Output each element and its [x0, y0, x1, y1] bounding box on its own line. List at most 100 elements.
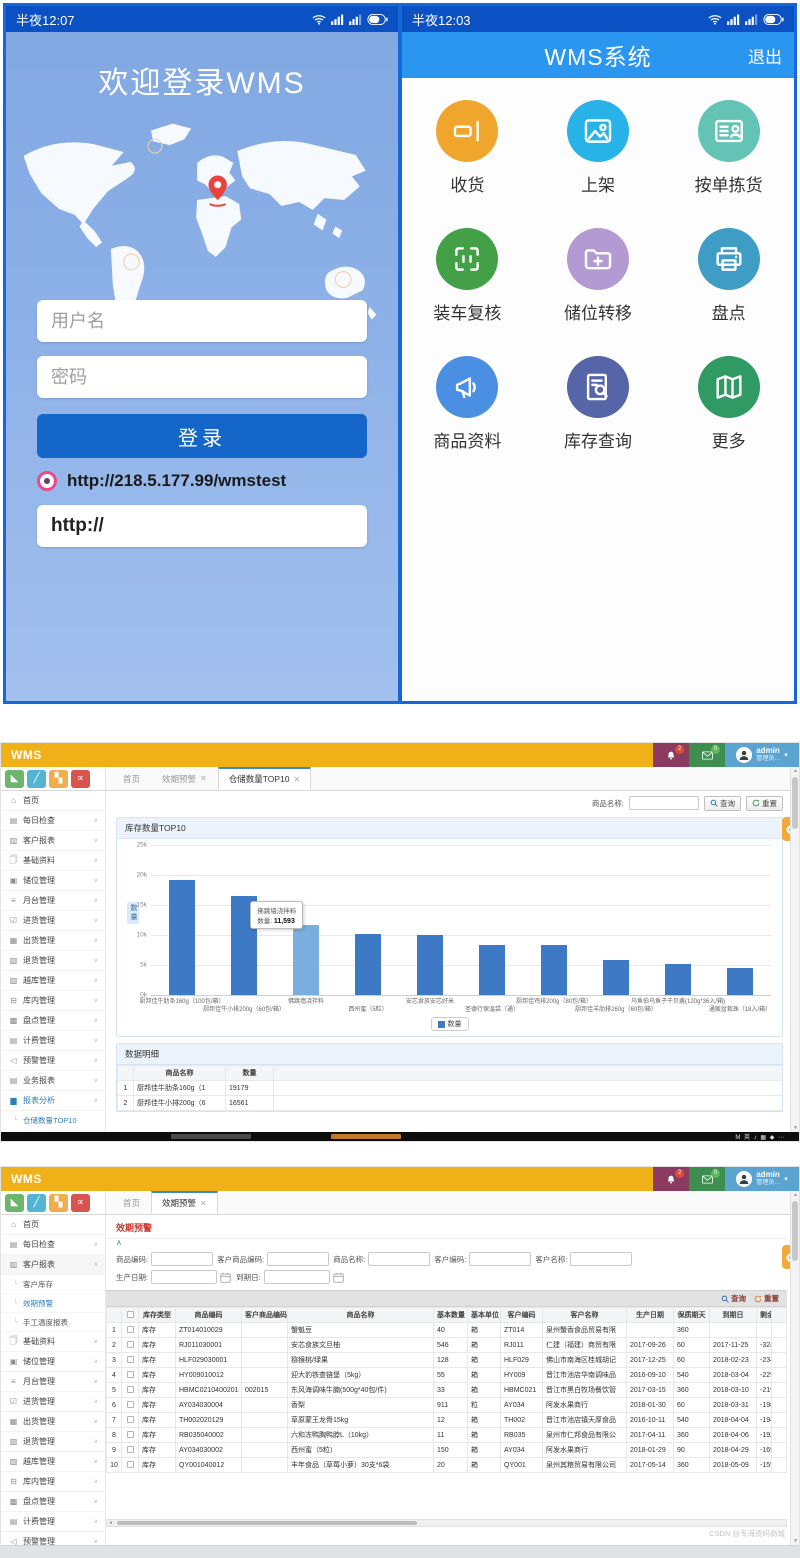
sidebar-item-customer-reports[interactable]: ▥客户报表∨	[1, 831, 105, 851]
scroll-up-arrow[interactable]: ▲	[791, 768, 800, 774]
customer-code-input[interactable]	[469, 1252, 531, 1266]
menu-item-商品资料[interactable]: 商品资料	[402, 356, 533, 452]
product-name-input[interactable]	[629, 796, 699, 810]
menu-item-储位转移[interactable]: 储位转移	[533, 228, 664, 324]
reset-button[interactable]: 重置	[746, 796, 783, 811]
edit-tool-button[interactable]: ╱	[27, 770, 46, 788]
table-row[interactable]: 1库存ZT014010029蟹魁豆40箱ZT014泉州蟹香食品贸易有限360	[107, 1323, 787, 1338]
sidebar-item-home[interactable]: ⌂首页	[1, 791, 105, 811]
sidebar-subitem-storage-top10[interactable]: 仓储数量TOP10	[1, 1111, 105, 1130]
sidebar-item-report-analysis[interactable]: ▆报表分析∨	[1, 1091, 105, 1111]
tab-close-icon[interactable]: ✕	[200, 1199, 207, 1208]
sidebar-item-dock-mgmt[interactable]: ≡月台管理∨	[1, 1372, 105, 1392]
row-checkbox[interactable]	[127, 1401, 134, 1408]
table-row[interactable]: 6库存AY034030004香梨911粒AY034阿发水果商行2018-01-3…	[107, 1398, 787, 1413]
row-checkbox[interactable]	[127, 1386, 134, 1393]
sidebar-item-warehouse-mgmt[interactable]: ⊟库内管理∨	[1, 1472, 105, 1492]
sidebar-item-location-mgmt[interactable]: ▣储位管理∨	[1, 871, 105, 891]
sidebar-item-dock-mgmt[interactable]: ≡月台管理∨	[1, 891, 105, 911]
table-row[interactable]: 8库存RB035040002六和冻鸭胸鸭脖L（10kg）11箱RB035泉州市仁…	[107, 1428, 787, 1443]
messages-button[interactable]: 0	[689, 743, 725, 767]
sidebar-item-basic-data[interactable]: 🗍基础资料∨	[1, 851, 105, 871]
row-checkbox[interactable]	[127, 1371, 134, 1378]
notifications-button[interactable]: 2	[653, 1167, 689, 1191]
sidebar-item-outbound-mgmt[interactable]: ▦出货管理∨	[1, 931, 105, 951]
tab-expiry-warning[interactable]: 效期预警✕	[151, 1191, 218, 1214]
sidebar-subitem-manual-temp-report[interactable]: 手工温度报表	[1, 1313, 105, 1332]
row-checkbox[interactable]	[127, 1341, 134, 1348]
tab-storage-top10[interactable]: 仓储数量TOP10✕	[218, 767, 311, 790]
sidebar-item-cross-dock-mgmt[interactable]: ▨越库管理∨	[1, 971, 105, 991]
vertical-scrollbar[interactable]: ▲ ▼	[790, 1191, 799, 1545]
password-input[interactable]	[37, 356, 367, 398]
reset-button[interactable]: 重置	[754, 1293, 779, 1304]
bar-3[interactable]	[293, 925, 319, 995]
horizontal-scrollbar[interactable]: ◄	[106, 1519, 787, 1527]
sidebar-item-billing-mgmt[interactable]: ▤计费管理∨	[1, 1031, 105, 1051]
logout-button[interactable]: 退出	[748, 43, 782, 68]
user-menu[interactable]: admin 管理员… ▾	[725, 1167, 799, 1191]
sidebar-item-alert-mgmt[interactable]: ◁预警管理∨	[1, 1051, 105, 1071]
edit-tool-button[interactable]: ╱	[27, 1194, 46, 1212]
bar-6[interactable]	[479, 945, 505, 995]
sidebar-item-stocktake-mgmt[interactable]: ▩盘点管理∨	[1, 1492, 105, 1512]
apps-tool-button[interactable]: ▚	[49, 770, 68, 788]
table-row[interactable]: 7库存TH002020129草原蒙王龙骨15kg12箱TH002晋江市池店镇天厚…	[107, 1413, 787, 1428]
tab-close-icon[interactable]: ✕	[294, 775, 301, 784]
sidebar-item-stocktake-mgmt[interactable]: ▩盘点管理∨	[1, 1011, 105, 1031]
sidebar-item-business-reports[interactable]: ▤业务报表∨	[1, 1071, 105, 1091]
sidebar-item-outbound-mgmt[interactable]: ▦出货管理∨	[1, 1412, 105, 1432]
sidebar-item-inbound-mgmt[interactable]: ☑进货管理∨	[1, 1392, 105, 1412]
table-row[interactable]: 9库存AY034030002西州蜜（5粒）150箱AY034阿发水果商行2018…	[107, 1443, 787, 1458]
menu-item-盘点[interactable]: 盘点	[663, 228, 794, 324]
table-row[interactable]: 5库存HBMC0210400201002015东风海调味牛腩(500g*40包/…	[107, 1383, 787, 1398]
taskbar-item-active[interactable]	[331, 1134, 401, 1139]
tab-home[interactable]: 首页	[112, 767, 151, 790]
customer-name-input[interactable]	[570, 1252, 632, 1266]
sidebar-subitem-expiry-warning[interactable]: 效期预警	[1, 1294, 105, 1313]
sidebar-item-inbound-mgmt[interactable]: ☑进货管理∨	[1, 911, 105, 931]
bar-8[interactable]	[603, 960, 629, 995]
vertical-scrollbar[interactable]: ▲ ▼	[790, 767, 799, 1132]
login-button[interactable]: 登录	[37, 414, 367, 458]
tab-expiry-warning[interactable]: 效期预警✕	[151, 767, 218, 790]
share-tool-button[interactable]: ∝	[71, 1194, 90, 1212]
sidebar-subitem-customer-stock[interactable]: 客户库存	[1, 1275, 105, 1294]
bar-9[interactable]	[665, 964, 691, 995]
sidebar-item-customer-reports[interactable]: ▥客户报表∧	[1, 1255, 105, 1275]
row-checkbox[interactable]	[127, 1461, 134, 1468]
menu-item-库存查询[interactable]: 库存查询	[533, 356, 664, 452]
scroll-up-arrow[interactable]: ▲	[791, 1192, 800, 1198]
bar-7[interactable]	[541, 945, 567, 995]
username-input[interactable]	[37, 300, 367, 342]
calendar-icon[interactable]	[220, 1271, 232, 1283]
sidebar-item-daily-check[interactable]: ▤每日检查∨	[1, 1235, 105, 1255]
table-row[interactable]: 1厨邦佳牛肋条160g（119179	[118, 1081, 783, 1096]
expiry-date-input[interactable]	[264, 1270, 330, 1284]
tab-home[interactable]: 首页	[112, 1191, 151, 1214]
legend-entry[interactable]: 数量	[431, 1017, 469, 1031]
row-checkbox[interactable]	[127, 1431, 134, 1438]
menu-item-收货[interactable]: 收货	[402, 100, 533, 196]
table-row[interactable]: 4库存HY009010012迎大豹铁查链堡（5kg）55箱HY009晋江市池店华…	[107, 1368, 787, 1383]
chart-tool-button[interactable]: ◣	[5, 1194, 24, 1212]
bar-1[interactable]	[169, 880, 195, 995]
product-code-input[interactable]	[151, 1252, 213, 1266]
row-checkbox[interactable]	[127, 1446, 134, 1453]
bar-10[interactable]	[727, 968, 753, 995]
custom-url-input[interactable]	[37, 505, 367, 547]
sidebar-item-returns-mgmt[interactable]: ▧退货管理∨	[1, 1432, 105, 1452]
sidebar-item-billing-mgmt[interactable]: ▤计费管理∨	[1, 1512, 105, 1532]
customer-product-code-input[interactable]	[267, 1252, 329, 1266]
scroll-down-arrow[interactable]: ▼	[791, 1125, 800, 1131]
chart-tool-button[interactable]: ◣	[5, 770, 24, 788]
notifications-button[interactable]: 2	[653, 743, 689, 767]
menu-item-上架[interactable]: 上架	[533, 100, 664, 196]
row-checkbox[interactable]	[127, 1416, 134, 1423]
search-button[interactable]: 查询	[721, 1293, 746, 1304]
sidebar-item-warehouse-mgmt[interactable]: ⊟库内管理∨	[1, 991, 105, 1011]
production-date-input[interactable]	[151, 1270, 217, 1284]
menu-item-更多[interactable]: 更多	[663, 356, 794, 452]
tab-close-icon[interactable]: ✕	[200, 774, 207, 783]
row-checkbox[interactable]	[127, 1326, 134, 1333]
